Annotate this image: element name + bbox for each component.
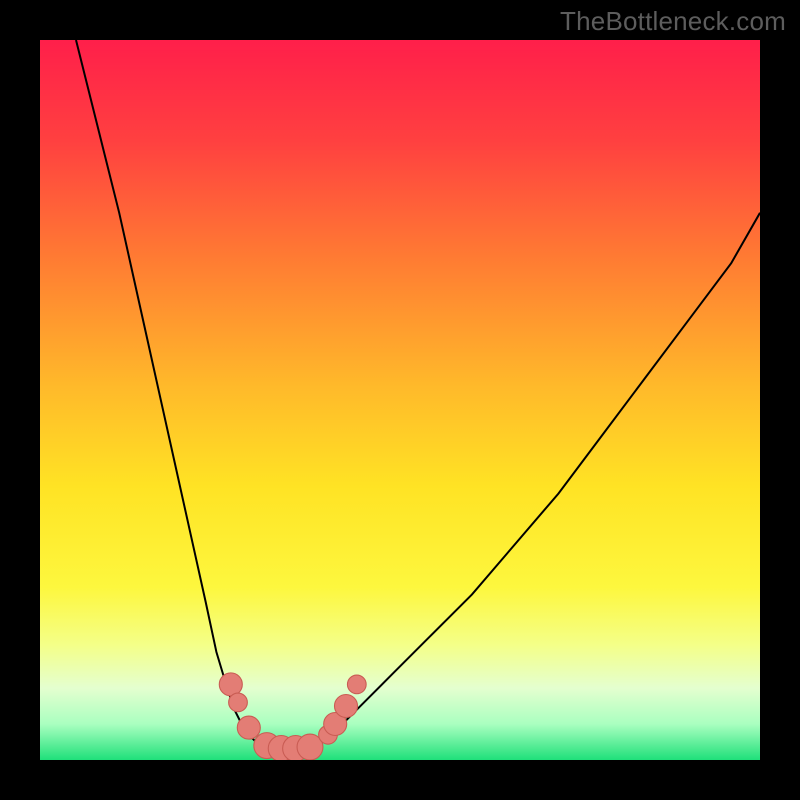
data-point-marker (347, 675, 366, 694)
curve-group (76, 40, 760, 749)
watermark-text: TheBottleneck.com (560, 6, 786, 37)
data-point-marker (229, 693, 248, 712)
data-point-marker (334, 694, 357, 717)
marker-group (219, 673, 366, 760)
bottleneck-curve (76, 40, 760, 749)
chart-frame: TheBottleneck.com (0, 0, 800, 800)
data-point-marker (237, 716, 260, 739)
data-point-marker (219, 673, 242, 696)
chart-svg (40, 40, 760, 760)
